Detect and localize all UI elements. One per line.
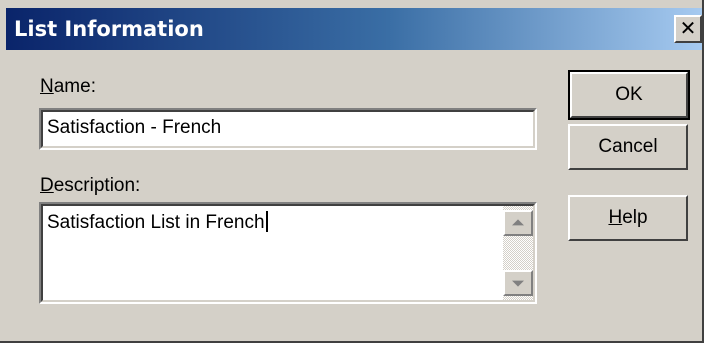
text-caret — [265, 211, 268, 232]
description-label-rest: escription: — [53, 175, 141, 196]
cancel-button-label: Cancel — [598, 136, 658, 157]
ok-button-label: OK — [615, 84, 643, 105]
window-title: List Information — [14, 17, 204, 41]
close-glyph: ✕ — [679, 16, 697, 40]
scroll-up-button[interactable] — [503, 210, 533, 236]
ok-button[interactable]: OK — [568, 70, 690, 120]
description-value: Satisfaction List in French — [47, 212, 265, 233]
list-information-dialog: List Information ✕ Name: Satisfaction - … — [0, 0, 704, 343]
description-label: Description: — [40, 175, 140, 197]
close-icon[interactable]: ✕ — [674, 15, 702, 43]
name-label: Name: — [40, 76, 96, 98]
description-label-mnemonic: D — [40, 175, 54, 196]
description-textarea[interactable]: Satisfaction List in French — [39, 202, 537, 304]
scroll-down-icon — [512, 280, 524, 287]
help-button-label: Help — [570, 197, 686, 239]
cancel-button[interactable]: Cancel — [568, 124, 688, 170]
name-field[interactable]: Satisfaction - French — [39, 108, 537, 150]
vertical-scrollbar[interactable] — [503, 206, 533, 300]
help-mnemonic: H — [608, 207, 623, 228]
name-field-value: Satisfaction - French — [47, 117, 222, 138]
scroll-up-icon — [512, 219, 524, 226]
name-label-rest: ame: — [53, 76, 96, 97]
description-text: Satisfaction List in French — [47, 211, 268, 234]
scroll-down-button[interactable] — [503, 270, 533, 296]
name-label-mnemonic: N — [40, 76, 54, 97]
title-bar[interactable]: List Information ✕ — [6, 8, 702, 50]
help-rest: elp — [622, 207, 648, 228]
help-button[interactable]: Help — [568, 195, 688, 241]
